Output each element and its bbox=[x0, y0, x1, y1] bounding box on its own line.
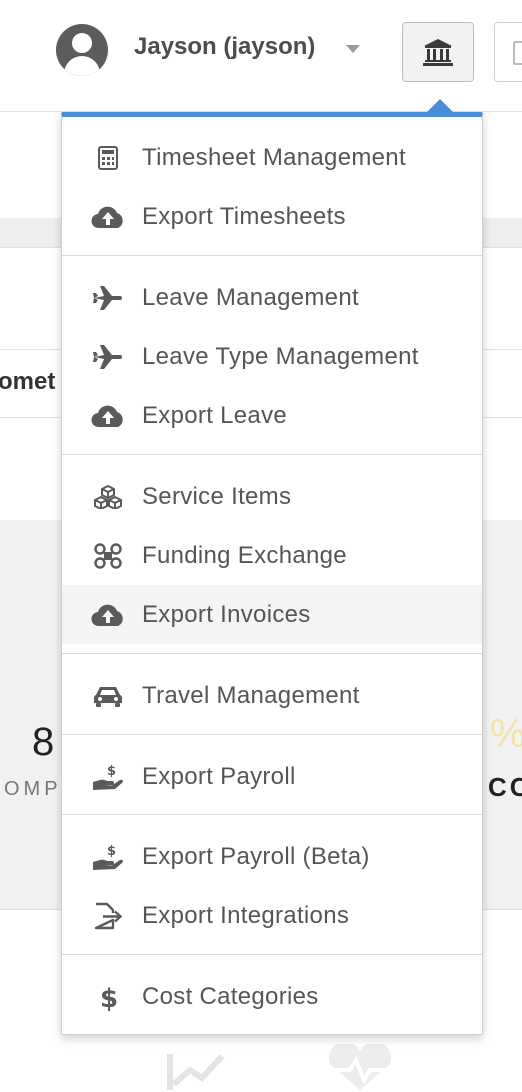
menu-item-label: Export Invoices bbox=[142, 601, 311, 628]
menu-item-label: Export Integrations bbox=[142, 902, 350, 929]
menu-item-label: Export Payroll bbox=[142, 763, 296, 790]
svg-text:$: $ bbox=[100, 984, 118, 1011]
menu-item-cost-categories[interactable]: $ Cost Categories bbox=[62, 967, 482, 1026]
menu-item-export-invoices[interactable]: Export Invoices bbox=[62, 585, 482, 644]
menu-divider bbox=[62, 734, 482, 735]
dropdown-pointer bbox=[426, 99, 454, 113]
user-avatar-icon[interactable] bbox=[56, 24, 108, 76]
menu-item-export-leave[interactable]: Export Leave bbox=[62, 386, 482, 445]
cloud-upload-icon bbox=[90, 187, 126, 246]
menu-divider bbox=[62, 454, 482, 455]
menu-item-label: Funding Exchange bbox=[142, 542, 347, 569]
background-stat-number: 8 bbox=[32, 720, 55, 764]
menu-item-label: Cost Categories bbox=[142, 983, 319, 1010]
finance-dropdown-menu: Timesheet Management Export Timesheets L… bbox=[61, 112, 483, 1035]
file-export-icon bbox=[90, 886, 126, 945]
menu-item-label: Service Items bbox=[142, 483, 292, 510]
menu-item-label: Export Timesheets bbox=[142, 203, 346, 230]
menu-item-label: Travel Management bbox=[142, 682, 360, 709]
menu-item-label: Leave Management bbox=[142, 284, 359, 311]
calculator-icon bbox=[90, 128, 126, 187]
hand-holding-dollar-icon: $ bbox=[90, 747, 126, 806]
menu-item-export-integrations[interactable]: Export Integrations bbox=[62, 886, 482, 945]
menu-item-export-payroll[interactable]: $ Export Payroll bbox=[62, 747, 482, 806]
menu-item-funding-exchange[interactable]: Funding Exchange bbox=[62, 526, 482, 585]
chart-line-icon bbox=[167, 1053, 225, 1090]
car-icon bbox=[90, 666, 126, 725]
menu-item-leave-management[interactable]: Leave Management bbox=[62, 268, 482, 327]
cubes-icon bbox=[90, 467, 126, 526]
chevron-down-icon[interactable] bbox=[346, 45, 360, 53]
reports-menu-button[interactable] bbox=[494, 22, 522, 82]
menu-item-export-payroll-beta[interactable]: $ Export Payroll (Beta) bbox=[62, 827, 482, 886]
hand-holding-dollar-icon: $ bbox=[90, 827, 126, 886]
menu-item-travel-management[interactable]: Travel Management bbox=[62, 666, 482, 725]
menu-item-leave-type-management[interactable]: Leave Type Management bbox=[62, 327, 482, 386]
menu-item-label: Export Payroll (Beta) bbox=[142, 843, 370, 870]
document-icon bbox=[513, 41, 522, 65]
background-stat-label: OMP bbox=[4, 778, 62, 800]
dollar-icon: $ bbox=[90, 967, 126, 1026]
cloud-upload-icon bbox=[90, 386, 126, 445]
background-label: CC bbox=[488, 772, 522, 802]
top-navbar: Jayson (jayson) bbox=[0, 0, 522, 112]
background-percent: % bbox=[490, 712, 522, 757]
cloud-upload-icon bbox=[90, 585, 126, 644]
menu-item-label: Leave Type Management bbox=[142, 343, 419, 370]
menu-item-label: Export Leave bbox=[142, 402, 288, 429]
menu-item-label: Timesheet Management bbox=[142, 144, 406, 171]
menu-divider bbox=[62, 814, 482, 815]
menu-item-export-timesheets[interactable]: Export Timesheets bbox=[62, 187, 482, 246]
background-text-fragment: omet bbox=[0, 368, 56, 395]
user-name-label[interactable]: Jayson (jayson) bbox=[134, 33, 315, 61]
menu-divider bbox=[62, 255, 482, 256]
menu-divider bbox=[62, 954, 482, 955]
finance-menu-button[interactable] bbox=[402, 22, 474, 82]
heartbeat-icon bbox=[328, 1044, 392, 1090]
menu-item-service-items[interactable]: Service Items bbox=[62, 467, 482, 526]
svg-text:$: $ bbox=[107, 844, 116, 859]
svg-text:$: $ bbox=[107, 764, 116, 779]
plane-icon bbox=[90, 268, 126, 327]
drone-icon bbox=[90, 526, 126, 585]
plane-icon bbox=[90, 327, 126, 386]
menu-divider bbox=[62, 653, 482, 654]
menu-item-timesheet-management[interactable]: Timesheet Management bbox=[62, 128, 482, 187]
bank-icon bbox=[423, 39, 453, 66]
